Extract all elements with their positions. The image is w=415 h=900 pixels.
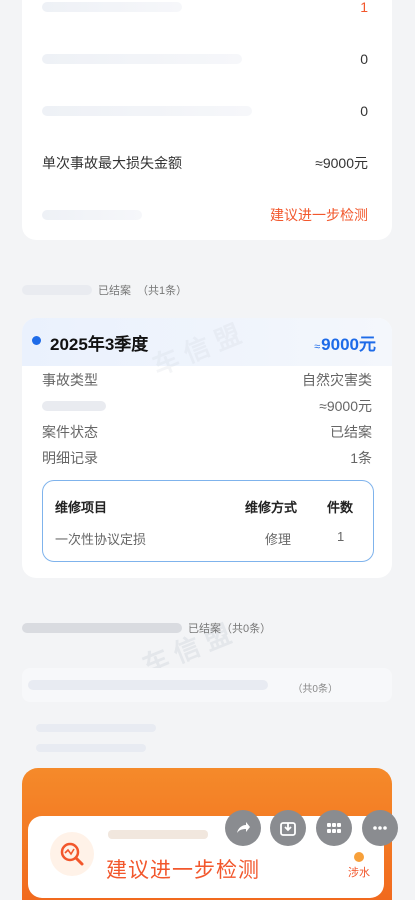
suggest-row-label [42, 210, 142, 220]
repair-header-count: 件数 [327, 500, 354, 515]
blur-line [36, 744, 146, 752]
cta-subtitle-blur [108, 830, 208, 839]
suggest-row: 建议进一步检测 [42, 200, 368, 230]
field-value: ≈9000元 [319, 398, 372, 414]
blur-line [36, 724, 156, 732]
repair-cell-method: 修理 [265, 532, 292, 547]
max-loss-label: 单次事故最大损失金额 [42, 155, 182, 171]
water-tag-label: 涉水 [348, 867, 370, 879]
claim-title: 2025年3季度 [50, 335, 149, 354]
empty-row: （共0条） [22, 668, 392, 702]
repair-table: 维修项目 维修方式 件数 一次性协议定损 修理 1 [42, 480, 374, 562]
field-value: 自然灾害类 [302, 372, 372, 388]
claim-dot-icon [32, 336, 41, 345]
field-value: 已结案 [330, 424, 372, 440]
summary-row-value: 0 [360, 51, 368, 67]
summary-card: 1 0 0 单次事故最大损失金额 ≈9000元 建议进一步检测 [22, 0, 392, 240]
second-status: 已结案（共0条） [188, 623, 272, 635]
field-label: 案件状态 [42, 424, 98, 440]
closed-status: 已结案 [98, 285, 131, 297]
closed-section-header: 已结案 （共1条） [22, 282, 187, 298]
detect-cta-label: 建议进一步检测 [106, 859, 260, 882]
field-value: 1条 [350, 450, 372, 466]
download-icon[interactable] [270, 810, 306, 846]
field-label: 事故类型 [42, 372, 98, 388]
section-title-blur [22, 285, 92, 295]
field-label: 明细记录 [42, 450, 98, 466]
repair-cell-count: 1 [337, 529, 345, 544]
summary-row-value: 0 [360, 103, 368, 119]
section-title-blur [22, 623, 182, 633]
claim-field: 事故类型 自然灾害类 [42, 368, 372, 392]
second-section-header: 已结案（共0条） [22, 620, 271, 636]
claim-amount-wrap: ≈9000元 [314, 330, 376, 355]
max-loss-value: ≈9000元 [315, 155, 368, 171]
approx-sign: ≈ [314, 341, 321, 353]
share-icon[interactable] [225, 810, 261, 846]
claim-field: 明细记录 1条 [42, 446, 372, 470]
max-loss-row: 单次事故最大损失金额 ≈9000元 [42, 148, 368, 178]
field-label-blur [42, 401, 106, 411]
summary-row-value: 1 [360, 0, 368, 15]
closed-count: （共1条） [137, 285, 188, 297]
repair-cell-item: 一次性协议定损 [55, 532, 147, 547]
summary-row-label [42, 106, 252, 116]
summary-row: 0 [42, 44, 368, 74]
summary-row-label [42, 54, 242, 64]
repair-header-method: 维修方式 [245, 500, 298, 515]
claim-amount: 9000元 [321, 335, 376, 354]
water-tag-icon [354, 852, 364, 862]
detect-search-icon [50, 832, 94, 876]
suggest-link[interactable]: 建议进一步检测 [270, 205, 368, 225]
grid-icon[interactable] [316, 810, 352, 846]
repair-header-item: 维修项目 [55, 500, 108, 515]
summary-row-label [42, 2, 182, 12]
claim-field: ≈9000元 [42, 394, 372, 418]
summary-row: 0 [42, 96, 368, 126]
empty-row-blur [28, 680, 268, 690]
empty-count: （共0条） [292, 684, 338, 695]
water-tag: 涉水 [348, 852, 370, 880]
summary-row: 1 [42, 0, 368, 22]
more-icon[interactable] [362, 810, 398, 846]
claim-field: 案件状态 已结案 [42, 420, 372, 444]
